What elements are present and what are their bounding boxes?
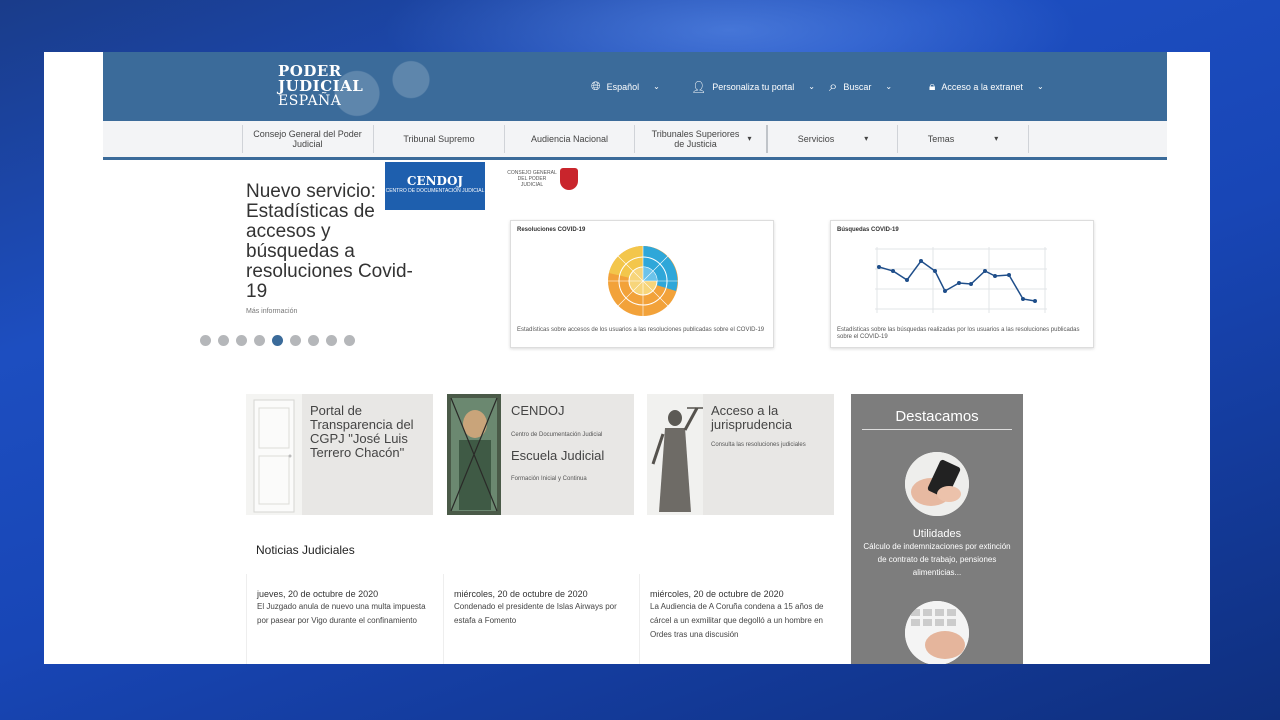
carousel-dot[interactable] — [218, 335, 229, 346]
stats-card-resoluciones[interactable]: Resoluciones COVID-19 Estadísticas sobre… — [510, 220, 774, 348]
user-icon: 👤︎ — [691, 79, 707, 94]
cgpj-logo-text: CONSEJO GENERAL DEL PODER JUDICIAL — [507, 170, 557, 188]
destacamos-item-title[interactable]: Utilidades — [851, 528, 1023, 540]
chevron-down-icon: ⌄ — [653, 82, 660, 91]
main-menu: Consejo General del Poder Judicial Tribu… — [103, 121, 1167, 160]
search-label: Buscar — [843, 81, 872, 92]
news-date: jueves, 20 de octubre de 2020 — [257, 589, 379, 599]
menu-item-temas[interactable]: Temas ▾ — [897, 125, 1029, 153]
chevron-down-icon: ⌄ — [1036, 82, 1044, 91]
menu-item-audiencia-nacional[interactable]: Audiencia Nacional — [504, 125, 634, 153]
carousel-dot[interactable] — [236, 335, 247, 346]
news-date: miércoles, 20 de octubre de 2020 — [650, 589, 784, 599]
menu-item-label: Servicios — [797, 134, 835, 144]
news-text: El Juzgado anula de nuevo una multa impu… — [257, 602, 426, 625]
menu-item-tsj[interactable]: Tribunales Superiores de Justicia ▾ — [634, 125, 766, 153]
carousel-dot[interactable] — [200, 335, 211, 346]
language-label: Español — [606, 81, 640, 92]
divider — [862, 429, 1012, 430]
menu-item-servicios[interactable]: Servicios ▾ — [766, 125, 898, 153]
menu-item-label: Consejo General del Poder Judicial — [253, 129, 362, 149]
destacamos-heading: Destacamos — [895, 408, 979, 425]
tile-subtitle-2: Formación Inicial y Continua — [511, 476, 587, 482]
tile-jurisprudencia[interactable]: Acceso a la jurisprudencia Consulta las … — [647, 394, 834, 515]
line-chart-thumbnail — [875, 247, 1047, 313]
menu-item-label: Tribunal Supremo — [403, 134, 475, 144]
justice-statue-image — [647, 394, 703, 515]
card-description: Estadísticas sobre las búsquedas realiza… — [837, 327, 1080, 340]
door-image — [246, 394, 302, 515]
personalize-menu[interactable]: 👤︎ Personaliza tu portal ⌄ — [691, 52, 815, 121]
site-header: PODER JUDICIAL ESPAÑA 🌐︎ Español ⌄ 👤︎ Pe… — [103, 52, 1167, 121]
stats-card-busquedas[interactable]: Búsquedas COVID-19 Estadísticas sobre la… — [830, 220, 1094, 348]
chevron-down-icon: ▾ — [864, 134, 869, 143]
news-text: La Audiencia de A Coruña condena a 15 añ… — [650, 602, 824, 639]
menu-item-tribunal-supremo[interactable]: Tribunal Supremo — [373, 125, 504, 153]
menu-item-cgpj[interactable]: Consejo General del Poder Judicial — [242, 125, 372, 153]
carousel-dot-active[interactable] — [272, 335, 283, 346]
news-item[interactable]: miércoles, 20 de octubre de 2020 Condena… — [443, 574, 640, 664]
chevron-down-icon: ▾ — [994, 134, 999, 143]
chevron-down-icon: ▾ — [747, 134, 752, 143]
personalize-label: Personaliza tu portal — [712, 81, 795, 92]
carousel-dot[interactable] — [254, 335, 265, 346]
carousel-dots — [200, 335, 355, 346]
menu-item-label: Tribunales Superiores de Justicia — [651, 129, 740, 149]
tile-title: Portal de Transparencia del CGPJ "José L… — [310, 403, 414, 460]
keyboard-icon — [905, 601, 969, 664]
phone-hand-image[interactable] — [905, 452, 969, 516]
carousel-dot[interactable] — [326, 335, 337, 346]
lock-icon: 🔒︎ — [929, 79, 936, 93]
card-description: Estadísticas sobre accesos de los usuari… — [517, 327, 765, 333]
tile-transparencia[interactable]: Portal de Transparencia del CGPJ "José L… — [246, 394, 433, 515]
search-menu[interactable]: ⌕ Buscar ⌄ — [829, 52, 892, 121]
card-title: Búsquedas COVID-19 — [837, 227, 899, 233]
globe-icon: 🌐︎ — [591, 79, 601, 93]
news-item[interactable]: jueves, 20 de octubre de 2020 El Juzgado… — [246, 574, 443, 664]
tile-subtitle: Centro de Documentación Judicial — [511, 432, 603, 438]
search-icon: ⌕ — [829, 78, 838, 95]
news-item[interactable]: miércoles, 20 de octubre de 2020 La Audi… — [639, 574, 836, 664]
tile-title: CENDOJ — [511, 403, 565, 418]
news-heading: Noticias Judiciales — [256, 543, 355, 557]
tile-title: Acceso a la jurisprudencia — [711, 403, 792, 432]
logo-line-3: ESPAÑA — [278, 93, 342, 109]
chevron-down-icon: ⌄ — [808, 82, 815, 91]
card-title: Resoluciones COVID-19 — [517, 227, 586, 233]
sunburst-chart-thumbnail — [608, 246, 678, 316]
tile-subtitle: Consulta las resoluciones judiciales — [711, 442, 806, 448]
destacamos-panel: Destacamos Utilidades Cálculo de indemni… — [851, 394, 1023, 664]
chevron-down-icon: ⌄ — [885, 82, 893, 91]
news-date: miércoles, 20 de octubre de 2020 — [454, 589, 588, 599]
more-info-link[interactable]: Más información — [246, 308, 297, 315]
keyboard-image[interactable] — [905, 601, 969, 664]
smartphone-icon — [905, 452, 969, 516]
extranet-label: Acceso a la extranet — [941, 81, 1023, 92]
slide-title: Nuevo servicio: Estadísticas de accesos … — [246, 181, 413, 302]
carousel-dot[interactable] — [344, 335, 355, 346]
destacamos-item-description: Cálculo de indemnizaciones por extinción… — [863, 542, 1011, 577]
stained-glass-image — [447, 394, 501, 515]
extranet-menu[interactable]: 🔒︎ Acceso a la extranet ⌄ — [929, 52, 1044, 121]
carousel-dot[interactable] — [308, 335, 319, 346]
menu-item-label: Temas — [927, 134, 955, 144]
browser-page: PODER JUDICIAL ESPAÑA 🌐︎ Español ⌄ 👤︎ Pe… — [44, 52, 1210, 664]
news-text: Condenado el presidente de Islas Airways… — [454, 602, 617, 625]
menu-item-label: Audiencia Nacional — [530, 134, 609, 144]
tile-title-2: Escuela Judicial — [511, 448, 605, 463]
cgpj-shield-icon — [560, 168, 578, 190]
logo-line-2: JUDICIAL — [278, 77, 364, 95]
site-logo[interactable]: PODER JUDICIAL ESPAÑA — [278, 64, 363, 109]
carousel-dot[interactable] — [290, 335, 301, 346]
tile-cendoj[interactable]: CENDOJ Centro de Documentación Judicial … — [447, 394, 634, 515]
language-selector[interactable]: 🌐︎ Español ⌄ — [591, 52, 660, 121]
